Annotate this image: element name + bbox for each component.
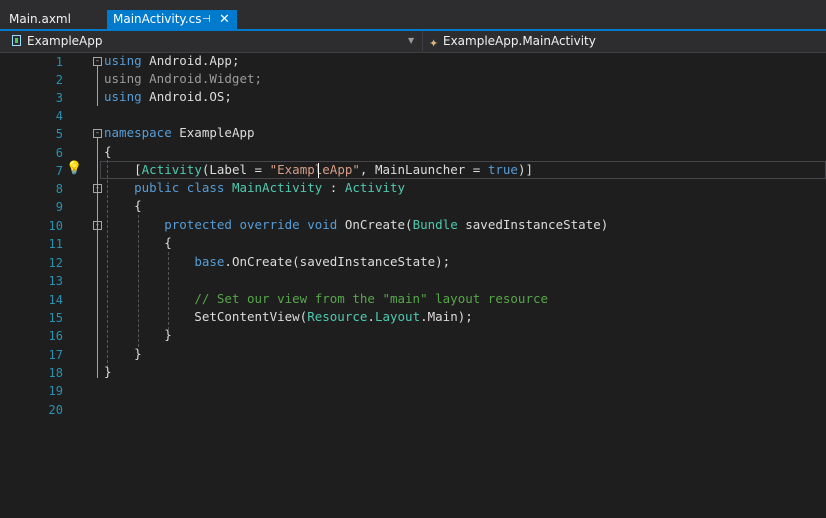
class-icon: ✦ (429, 37, 439, 50)
tab-mainactivity-cs[interactable]: MainActivity.cs ⊣ ✕ (107, 10, 237, 29)
tab-main-axml[interactable]: Main.axml (0, 10, 106, 29)
keyword: true (487, 162, 518, 177)
keyword: protected override void (164, 217, 338, 232)
code-text: (Label = (201, 162, 270, 177)
tab-label: Main.axml (9, 12, 71, 26)
line-number: 8 (55, 182, 63, 196)
line-number: 14 (48, 293, 63, 307)
line-number: 5 (55, 127, 63, 141)
project-dropdown[interactable]: ExampleApp ▼ (4, 31, 418, 51)
line-number: 18 (48, 366, 63, 380)
line-number: 10 (48, 219, 63, 233)
code-line-9: { (104, 198, 142, 213)
line-number: 9 (55, 200, 63, 214)
type-name: Resource (307, 309, 368, 324)
code-text: OnCreate( (337, 217, 413, 232)
csharp-project-icon (12, 35, 21, 46)
line-number: 19 (48, 384, 63, 398)
code-editor[interactable] (0, 53, 826, 518)
project-dropdown-value: ExampleApp (27, 34, 103, 48)
code-line-16: } (104, 327, 172, 342)
keyword: using (104, 89, 142, 104)
comment: // Set our view from the "main" layout r… (194, 291, 549, 306)
line-number: 15 (48, 311, 63, 325)
collapse-toggle[interactable]: - (93, 221, 102, 230)
fold-region-line (97, 66, 98, 106)
code-text: [ (104, 162, 142, 177)
lightbulb-icon[interactable]: 💡 (66, 161, 82, 176)
keyword: base (194, 254, 225, 269)
chevron-down-icon[interactable]: ▼ (408, 31, 414, 51)
fold-region-line (97, 138, 98, 378)
type-name: Activity (141, 162, 202, 177)
collapse-toggle[interactable]: - (93, 57, 102, 66)
line-number: 1 (55, 55, 63, 69)
code-line-17: } (104, 346, 142, 361)
keyword: public class (134, 180, 225, 195)
text-caret (318, 163, 319, 178)
type-name: Activity (344, 180, 406, 195)
code-line-18: } (104, 364, 112, 379)
code-text: SetContentView( (104, 309, 308, 324)
code-line-12: base.OnCreate(savedInstanceState); (104, 253, 450, 271)
code-line-5: namespace ExampleApp (104, 124, 255, 142)
code-line-3: using Android.OS; (104, 88, 232, 106)
collapse-toggle[interactable]: - (93, 184, 102, 193)
close-icon[interactable]: ✕ (219, 10, 230, 29)
code-text: . (367, 309, 375, 324)
line-number: 20 (48, 403, 63, 417)
code-line-11: { (104, 235, 172, 250)
pin-icon[interactable]: ⊣ (202, 10, 211, 29)
code-line-6: { (104, 144, 112, 159)
tab-label: MainActivity.cs (113, 12, 202, 26)
type-name: Bundle (412, 217, 458, 232)
collapse-toggle[interactable]: - (93, 129, 102, 138)
code-line-1: using Android.App; (104, 52, 239, 70)
line-number: 2 (55, 73, 63, 87)
code-text: Android.OS; (141, 89, 232, 104)
keyword: using (104, 53, 142, 68)
code-line-15: SetContentView(Resource.Layout.Main); (104, 308, 473, 326)
string-literal: "ExampleApp" (269, 162, 360, 177)
document-tab-bar: Main.axml MainActivity.cs ⊣ ✕ (0, 0, 826, 29)
code-line-14: // Set our view from the "main" layout r… (104, 290, 548, 308)
line-number: 3 (55, 91, 63, 105)
code-line-8: public class MainActivity : Activity (104, 179, 405, 197)
code-text: , MainLauncher = (359, 162, 488, 177)
line-number: 13 (48, 274, 63, 288)
code-text: Android.App; (141, 53, 240, 68)
keyword: namespace (104, 125, 172, 140)
navigation-bar: ExampleApp ▼ ✦ ExampleApp.MainActivity (0, 31, 826, 53)
code-line-2: using Android.Widget; (104, 71, 263, 86)
type-name: Layout (374, 309, 421, 324)
line-number: 7 (55, 164, 63, 178)
line-number: 6 (55, 146, 63, 160)
code-text: ExampleApp (171, 125, 255, 140)
line-number: 11 (48, 237, 63, 251)
line-number: 16 (48, 329, 63, 343)
type-name: MainActivity (231, 180, 323, 195)
code-text: )] (517, 162, 534, 177)
code-text: .Main); (420, 309, 473, 324)
line-number: 4 (55, 109, 63, 123)
code-text: : (322, 180, 345, 195)
code-text: .OnCreate(savedInstanceState); (224, 254, 451, 269)
code-line-10: protected override void OnCreate(Bundle … (104, 216, 608, 234)
member-dropdown[interactable]: ✦ ExampleApp.MainActivity (422, 31, 826, 51)
code-text: savedInstanceState) (457, 217, 609, 232)
line-number: 17 (48, 348, 63, 362)
member-dropdown-value: ExampleApp.MainActivity (443, 34, 596, 48)
line-number: 12 (48, 256, 63, 270)
